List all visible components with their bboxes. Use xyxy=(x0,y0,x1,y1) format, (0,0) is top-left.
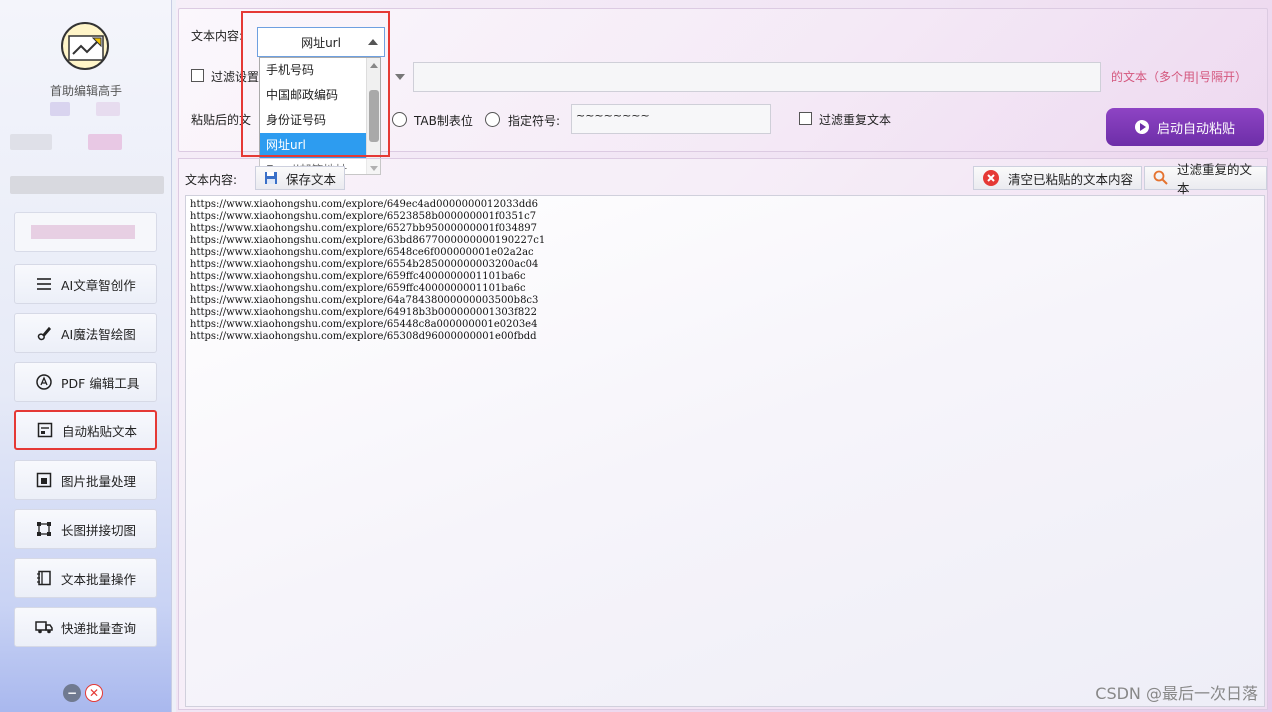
filter-hint: 的文本（多个用|号隔开） xyxy=(1111,70,1248,84)
tab-radio[interactable] xyxy=(392,112,407,127)
text-line: https://www.xiaohongshu.com/explore/6544… xyxy=(190,319,538,330)
blurred-info xyxy=(10,134,52,150)
sidebar: 首助编辑高手 AI文章智创作 AI魔法智绘图 PDF 编辑工具 自动粘贴文本 图… xyxy=(0,0,172,712)
text-line: https://www.xiaohongshu.com/explore/659f… xyxy=(190,271,526,282)
save-text-button[interactable]: 保存文本 xyxy=(255,166,346,190)
blurred-info xyxy=(96,102,120,116)
window-controls: − ✕ xyxy=(63,684,103,702)
text-line: https://www.xiaohongshu.com/explore/6554… xyxy=(190,259,539,270)
sidebar-item-ai-article[interactable]: AI文章智创作 xyxy=(14,264,157,304)
start-auto-paste-button[interactable]: 启动自动粘贴 xyxy=(1106,108,1264,146)
pdf-icon xyxy=(35,373,53,391)
close-icon[interactable]: ✕ xyxy=(85,684,103,702)
dedupe-label: 过滤重复文本 xyxy=(819,113,892,127)
truck-icon xyxy=(35,618,53,636)
list-icon xyxy=(35,275,53,293)
blurred-info xyxy=(10,176,164,194)
text-line: https://www.xiaohongshu.com/explore/659f… xyxy=(190,283,526,294)
paste-icon xyxy=(36,421,54,439)
brush-icon xyxy=(35,324,53,342)
sidebar-item-pdf[interactable]: PDF 编辑工具 xyxy=(14,362,157,402)
blurred-info xyxy=(50,102,70,116)
custom-sep-input[interactable]: ~~~~~~~~ xyxy=(571,104,771,134)
filter-text-input[interactable] xyxy=(413,62,1101,92)
sidebar-item-ai-draw[interactable]: AI魔法智绘图 xyxy=(14,313,157,353)
sidebar-item-auto-paste[interactable]: 自动粘贴文本 xyxy=(14,410,157,450)
filter-checkbox[interactable] xyxy=(191,69,204,82)
sidebar-item-image-batch[interactable]: 图片批量处理 xyxy=(14,460,157,500)
filter-duplicates-button[interactable]: 过滤重复的文本 xyxy=(1144,162,1267,196)
main-area: 文本内容: 过滤设置 的文本（多个用|号隔开） 粘贴后的文 TAB制表位 指定符… xyxy=(176,0,1272,712)
annotation-highlight xyxy=(241,11,390,157)
tab-radio-label: TAB制表位 xyxy=(414,114,473,128)
magnifier-icon xyxy=(1153,170,1169,186)
image-icon xyxy=(35,471,53,489)
clear-icon xyxy=(982,169,1000,187)
blurred-account-box xyxy=(14,212,157,252)
notebook-icon xyxy=(35,569,53,587)
text-content-label: 文本内容: xyxy=(185,173,238,187)
blurred-info xyxy=(88,134,122,150)
text-line: https://www.xiaohongshu.com/explore/64a7… xyxy=(190,295,539,306)
dedupe-checkbox[interactable] xyxy=(799,112,812,125)
settings-panel: 文本内容: 过滤设置 的文本（多个用|号隔开） 粘贴后的文 TAB制表位 指定符… xyxy=(178,8,1268,175)
sidebar-item-express[interactable]: 快递批量查询 xyxy=(14,607,157,647)
minimize-icon[interactable]: − xyxy=(63,684,81,702)
text-line: https://www.xiaohongshu.com/explore/6527… xyxy=(190,223,537,234)
chevron-down-icon[interactable] xyxy=(395,74,405,80)
text-panel: 文本内容: 保存文本 清空已粘贴的文本内容 过滤重复的文本 https://ww… xyxy=(178,158,1268,710)
text-line: https://www.xiaohongshu.com/explore/6491… xyxy=(190,307,537,318)
pasted-text-area[interactable]: https://www.xiaohongshu.com/explore/649e… xyxy=(185,195,1265,707)
content-type-label: 文本内容: xyxy=(191,29,244,43)
text-line: https://www.xiaohongshu.com/explore/6548… xyxy=(190,247,534,258)
sidebar-item-long-image[interactable]: 长图拼接切图 xyxy=(14,509,157,549)
text-line: https://www.xiaohongshu.com/explore/6530… xyxy=(190,331,537,342)
watermark: CSDN @最后一次日落 xyxy=(1095,684,1258,703)
play-icon xyxy=(1134,120,1149,134)
text-line: https://www.xiaohongshu.com/explore/63bd… xyxy=(190,235,546,246)
floppy-icon xyxy=(264,171,278,185)
sidebar-item-text-batch[interactable]: 文本批量操作 xyxy=(14,558,157,598)
app-logo-icon xyxy=(61,22,109,70)
custom-sep-radio[interactable] xyxy=(485,112,500,127)
app-name: 首助编辑高手 xyxy=(49,84,122,98)
text-line: https://www.xiaohongshu.com/explore/6523… xyxy=(190,211,537,222)
clear-pasted-button[interactable]: 清空已粘贴的文本内容 xyxy=(973,166,1143,190)
crop-icon xyxy=(35,520,53,538)
custom-sep-label: 指定符号: xyxy=(508,114,561,128)
text-line: https://www.xiaohongshu.com/explore/649e… xyxy=(190,199,539,210)
